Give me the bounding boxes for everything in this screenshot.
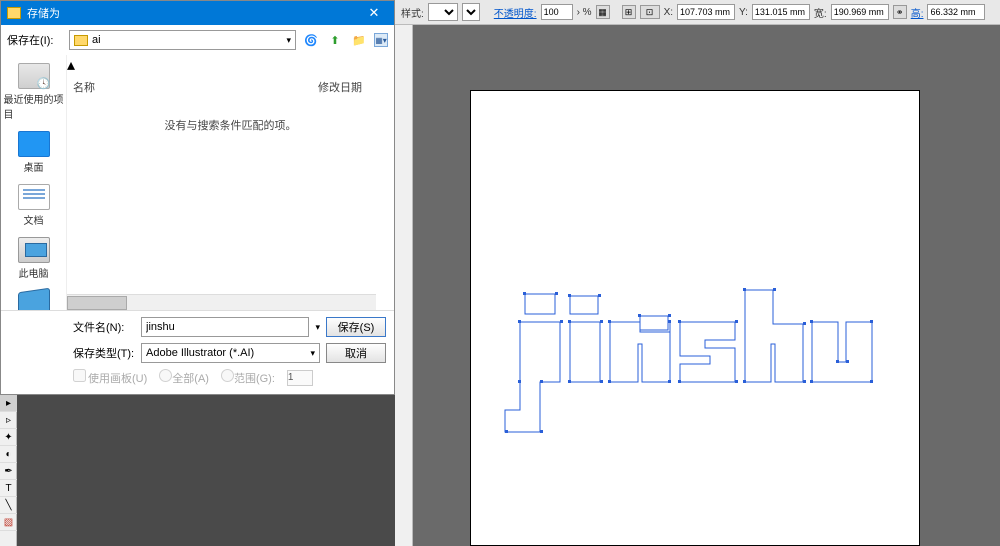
x-label: X: bbox=[664, 7, 673, 18]
opacity-input[interactable] bbox=[541, 4, 573, 20]
place-recent[interactable]: 最近使用的项目 bbox=[4, 59, 64, 125]
places-bar: 最近使用的项目 桌面 文档 此电脑 网络 bbox=[1, 55, 67, 310]
use-artboards-checkbox: 使用画板(U) bbox=[73, 369, 147, 386]
y-input[interactable] bbox=[752, 4, 810, 20]
link-wh-icon[interactable]: ⚭ bbox=[893, 5, 907, 19]
tool-selection[interactable]: ▸ bbox=[0, 395, 17, 412]
all-radio: 全部(A) bbox=[159, 369, 209, 386]
column-date[interactable]: 修改日期 bbox=[318, 79, 388, 95]
anchor-icon[interactable]: ⊡ bbox=[640, 5, 660, 19]
up-button[interactable]: ⬆ bbox=[326, 31, 344, 49]
folder-icon bbox=[7, 7, 21, 19]
tool-wand[interactable]: ✦ bbox=[0, 429, 17, 446]
w-label: 宽: bbox=[814, 5, 827, 20]
column-name[interactable]: 名称 bbox=[73, 79, 318, 95]
filetype-label: 保存类型(T): bbox=[73, 345, 135, 361]
range-input bbox=[287, 370, 313, 386]
tool-type[interactable]: T bbox=[0, 480, 17, 497]
style-select[interactable] bbox=[428, 3, 458, 21]
control-bar: 样式: 不透明度: › % ▦ ⊞ ⊡ X: Y: 宽: ⚭ 高: bbox=[395, 0, 1000, 25]
x-input[interactable] bbox=[677, 4, 735, 20]
place-this-pc[interactable]: 此电脑 bbox=[4, 233, 64, 284]
pc-icon bbox=[18, 237, 50, 263]
w-input[interactable] bbox=[831, 4, 889, 20]
empty-message: 没有与搜索条件匹配的项。 bbox=[67, 117, 394, 133]
place-label: 文档 bbox=[24, 212, 44, 227]
place-network[interactable]: 网络 bbox=[4, 286, 64, 310]
percent-unit: › % bbox=[577, 7, 592, 18]
recent-icon bbox=[18, 63, 50, 89]
transform-icon[interactable]: ⊞ bbox=[622, 5, 636, 19]
filename-label: 文件名(N): bbox=[73, 319, 135, 335]
vertical-ruler bbox=[395, 25, 413, 546]
horizontal-scrollbar[interactable] bbox=[67, 294, 376, 310]
sort-indicator-icon: ▴ bbox=[67, 55, 394, 75]
style-label: 样式: bbox=[401, 5, 424, 20]
cancel-button[interactable]: 取消 bbox=[326, 343, 386, 363]
y-label: Y: bbox=[739, 7, 748, 18]
h-input[interactable] bbox=[927, 4, 985, 20]
filetype-value: Adobe Illustrator (*.AI) bbox=[146, 347, 254, 359]
location-combobox[interactable]: ai ▾ bbox=[69, 30, 296, 50]
tools-panel: ▸ ▹ ✦ ◐ ✒ T ╲ ▧ bbox=[0, 395, 17, 546]
dialog-title-text: 存储为 bbox=[27, 5, 60, 21]
dialog-bottom: 文件名(N): ▾ 保存(S) 保存类型(T): Adobe Illustrat… bbox=[1, 310, 394, 394]
network-icon bbox=[18, 288, 50, 310]
new-folder-button[interactable]: 📁 bbox=[350, 31, 368, 49]
place-desktop[interactable]: 桌面 bbox=[4, 127, 64, 178]
save-in-label: 保存在(I): bbox=[7, 32, 63, 48]
close-button[interactable]: ✕ bbox=[360, 1, 388, 25]
location-text: ai bbox=[92, 34, 101, 46]
desktop-icon bbox=[18, 131, 50, 157]
file-list-header[interactable]: 名称 修改日期 bbox=[67, 75, 394, 99]
doc-select[interactable] bbox=[462, 3, 480, 21]
place-label: 桌面 bbox=[24, 159, 44, 174]
file-list[interactable]: ▴ 名称 修改日期 没有与搜索条件匹配的项。 bbox=[67, 55, 394, 310]
place-label: 此电脑 bbox=[19, 265, 49, 280]
filename-input[interactable] bbox=[141, 317, 309, 337]
opacity-label[interactable]: 不透明度: bbox=[494, 5, 537, 20]
tool-pen[interactable]: ✒ bbox=[0, 463, 17, 480]
back-button[interactable]: 🌀 bbox=[302, 31, 320, 49]
tool-direct-select[interactable]: ▹ bbox=[0, 412, 17, 429]
save-as-dialog: 存储为 ✕ 保存在(I): ai ▾ 🌀 ⬆ 📁 ▦▾ 最近使用的项目 桌面 bbox=[0, 0, 395, 395]
range-radio: 范围(G): bbox=[221, 369, 275, 386]
dialog-toolbar: 保存在(I): ai ▾ 🌀 ⬆ 📁 ▦▾ bbox=[1, 25, 394, 55]
place-label: 最近使用的项目 bbox=[4, 91, 64, 121]
save-button[interactable]: 保存(S) bbox=[326, 317, 386, 337]
chevron-down-icon: ▾ bbox=[286, 35, 291, 46]
documents-icon bbox=[18, 184, 50, 210]
view-menu[interactable]: ▦▾ bbox=[374, 33, 388, 47]
dialog-titlebar[interactable]: 存储为 ✕ bbox=[1, 1, 394, 25]
filetype-select[interactable]: Adobe Illustrator (*.AI) ▾ bbox=[141, 343, 320, 363]
folder-icon bbox=[74, 35, 88, 46]
scrollbar-thumb[interactable] bbox=[67, 296, 127, 310]
h-label[interactable]: 高: bbox=[911, 5, 924, 20]
chevron-down-icon: ▾ bbox=[310, 348, 315, 359]
artwork-jinshu[interactable] bbox=[470, 90, 920, 546]
place-documents[interactable]: 文档 bbox=[4, 180, 64, 231]
tool-shape[interactable]: ▧ bbox=[0, 514, 17, 531]
tool-lasso[interactable]: ◐ bbox=[0, 446, 17, 463]
tool-line[interactable]: ╲ bbox=[0, 497, 17, 514]
opacity-style-icon[interactable]: ▦ bbox=[596, 5, 610, 19]
